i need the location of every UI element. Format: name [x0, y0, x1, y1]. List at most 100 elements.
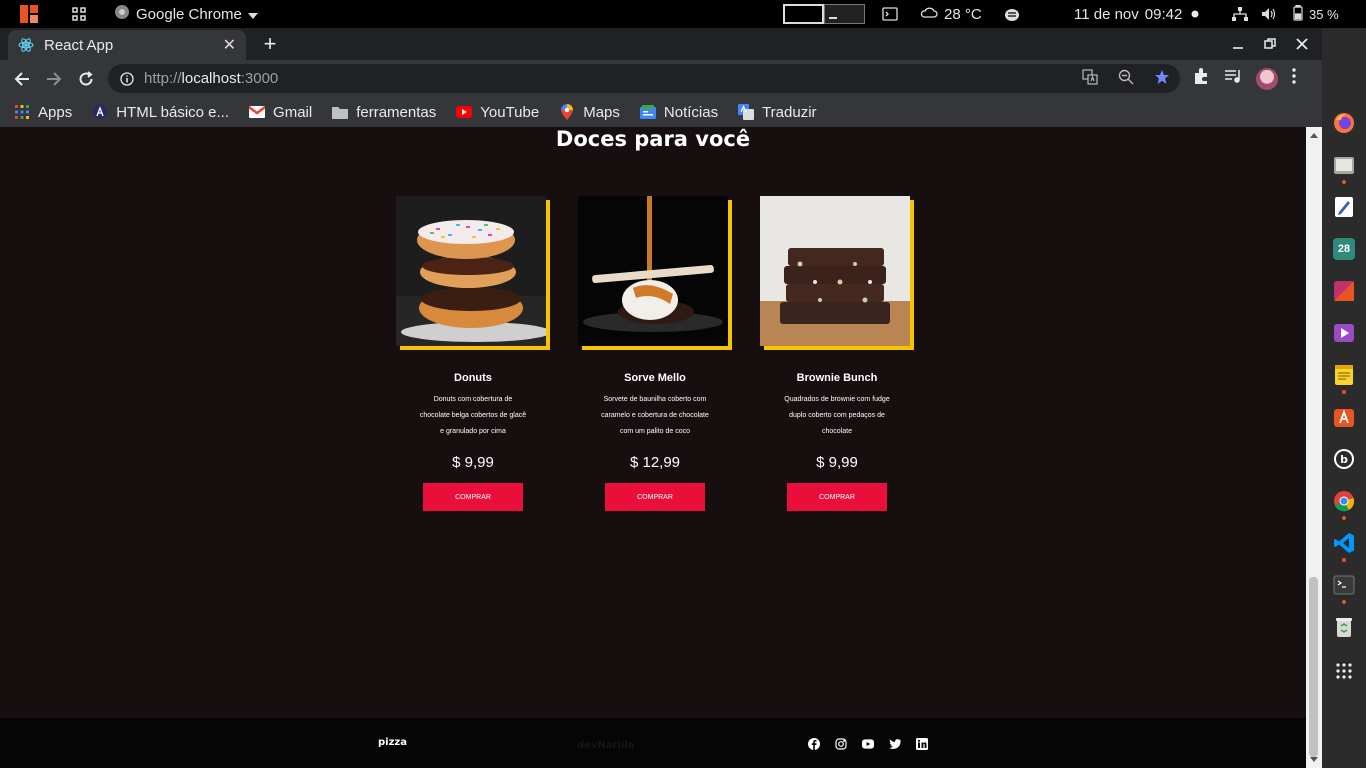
close-tab-icon[interactable]: ✕ — [223, 35, 236, 55]
calendar-icon[interactable]: 28 — [1333, 238, 1355, 260]
app-grid-icon[interactable] — [72, 0, 86, 28]
close-window-button[interactable] — [1296, 28, 1308, 60]
web-page: Doces para você Donuts Donuts com cobert… — [0, 127, 1306, 768]
bookmark-html-basico[interactable]: HTML básico e... — [92, 104, 229, 121]
browser-tab-strip: React App ✕ + — [0, 28, 1322, 60]
section-title: Doces para você — [555, 127, 751, 151]
youtube-icon[interactable] — [862, 738, 874, 750]
bug-indicator-icon[interactable] — [1003, 0, 1021, 28]
notes-icon[interactable] — [1333, 364, 1355, 386]
news-icon — [639, 104, 656, 120]
bookmark-noticias[interactable]: Notícias — [639, 104, 718, 121]
instagram-icon[interactable] — [835, 738, 847, 750]
buy-button[interactable]: COMPRAR — [787, 483, 887, 511]
scroll-down-arrow-icon[interactable] — [1310, 757, 1318, 762]
bookmark-label: ferramentas — [356, 103, 437, 121]
buy-button[interactable]: COMPRAR — [423, 483, 523, 511]
restore-button[interactable] — [1264, 28, 1276, 60]
scrollbar-thumb[interactable] — [1309, 577, 1318, 757]
activities-logo-icon[interactable] — [20, 0, 38, 28]
extensions-icon[interactable] — [1192, 67, 1210, 90]
url-port: :3000 — [240, 70, 279, 87]
linkedin-icon[interactable] — [916, 738, 928, 750]
terminal-icon[interactable] — [1333, 574, 1355, 596]
product-image-frame — [396, 196, 550, 350]
product-card: Sorve Mello Sorvete de baunilha coberto … — [578, 196, 732, 511]
volume-icon[interactable] — [1261, 0, 1277, 28]
tab-title: React App — [44, 36, 114, 54]
minimize-button[interactable] — [1232, 28, 1244, 60]
firefox-icon[interactable] — [1333, 112, 1355, 134]
running-indicator — [1342, 600, 1346, 604]
show-applications-icon[interactable] — [1333, 660, 1355, 682]
screenshot-icon[interactable] — [1333, 280, 1355, 302]
bookmark-star-icon[interactable] — [1154, 69, 1170, 89]
tab-react-app[interactable]: React App ✕ — [8, 30, 246, 60]
react-logo-icon — [18, 37, 34, 53]
profile-avatar[interactable] — [1256, 67, 1278, 90]
reload-button[interactable] — [74, 60, 98, 97]
text-editor-icon[interactable] — [1333, 196, 1355, 218]
chrome-icon — [114, 4, 130, 24]
gmail-icon — [249, 104, 266, 120]
bookmark-traduzir[interactable]: Traduzir — [738, 103, 817, 121]
site-info-icon[interactable] — [120, 71, 134, 86]
back-button[interactable] — [10, 60, 34, 97]
product-image-frame — [578, 196, 732, 350]
terminal-indicator-icon[interactable] — [882, 0, 898, 28]
bookmark-ferramentas[interactable]: ferramentas — [332, 104, 436, 121]
browser-toolbar: http://localhost:3000 — [0, 60, 1322, 97]
product-price: $ 9,99 — [452, 454, 494, 471]
facebook-icon[interactable] — [808, 738, 820, 750]
vscode-icon[interactable] — [1333, 532, 1355, 554]
trash-icon[interactable] — [1333, 616, 1355, 638]
network-icon[interactable] — [1232, 0, 1248, 28]
temperature: 28 °C — [944, 5, 982, 23]
youtube-icon — [456, 104, 473, 120]
software-store-icon[interactable] — [1333, 406, 1355, 428]
media-control-icon[interactable] — [1224, 67, 1242, 90]
url-bar[interactable]: http://localhost:3000 — [108, 64, 1180, 93]
workspace-2[interactable] — [824, 4, 865, 24]
apps-grid-icon — [14, 104, 30, 120]
product-card: Donuts Donuts com cobertura de chocolate… — [396, 196, 550, 511]
active-app-menu[interactable]: Google Chrome — [114, 0, 258, 28]
url-host: localhost — [181, 70, 241, 87]
google-chrome-icon[interactable] — [1333, 490, 1355, 512]
url-scheme: http:// — [144, 70, 182, 87]
product-name: Sorve Mello — [624, 372, 686, 384]
battery-icon — [1291, 4, 1305, 24]
chevron-down-icon — [247, 6, 258, 23]
bookmark-maps[interactable]: Maps — [559, 104, 620, 121]
bookmark-label: Gmail — [273, 103, 313, 121]
workspace-switcher[interactable] — [783, 0, 865, 28]
scroll-up-arrow-icon[interactable] — [1310, 133, 1318, 138]
bookmark-apps[interactable]: Apps — [14, 104, 72, 121]
product-name: Donuts — [454, 372, 492, 384]
translate-page-icon[interactable] — [1082, 68, 1098, 89]
new-tab-button[interactable]: + — [258, 30, 282, 58]
video-player-icon[interactable] — [1333, 322, 1355, 344]
footer-brand[interactable]: pizza — [378, 737, 407, 748]
beekeeper-icon[interactable]: b — [1333, 448, 1355, 470]
page-scrollbar[interactable] — [1306, 127, 1322, 768]
twitter-icon[interactable] — [889, 738, 901, 750]
files-icon[interactable] — [1333, 154, 1355, 176]
bookmark-gmail[interactable]: Gmail — [249, 104, 312, 121]
bookmark-label: Traduzir — [762, 103, 817, 121]
zoom-icon[interactable] — [1118, 69, 1134, 89]
forward-button[interactable] — [42, 60, 66, 97]
system-top-bar: Google Chrome 28 °C 11 de nov 09:42 35 % — [0, 0, 1366, 28]
product-name: Brownie Bunch — [796, 372, 878, 384]
active-app-name: Google Chrome — [136, 5, 242, 23]
folder-icon — [332, 104, 349, 120]
product-card: Brownie Bunch Quadrados de brownie com f… — [760, 196, 914, 511]
battery-indicator[interactable]: 35 % — [1291, 0, 1339, 28]
weather-indicator[interactable]: 28 °C — [920, 0, 982, 28]
clock[interactable]: 11 de nov 09:42 — [1074, 0, 1182, 28]
buy-button[interactable]: COMPRAR — [605, 483, 705, 511]
footer-dev-credit: devNarlila — [577, 740, 635, 751]
workspace-1[interactable] — [783, 4, 824, 24]
browser-menu-icon[interactable] — [1292, 68, 1296, 89]
bookmark-youtube[interactable]: YouTube — [456, 104, 539, 121]
